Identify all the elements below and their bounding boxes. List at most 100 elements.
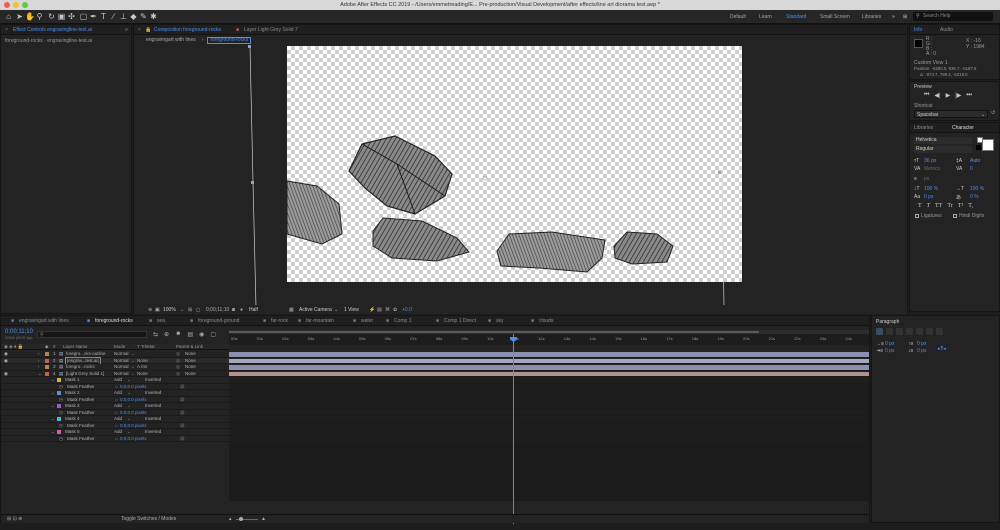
resolution-select[interactable]: Half	[249, 307, 258, 313]
stopwatch-icon[interactable]: ◷	[59, 423, 63, 429]
layer-mode-select[interactable]: Normal	[114, 364, 129, 370]
stopwatch-icon[interactable]: ◷	[59, 410, 63, 416]
layer-parent-select[interactable]: None	[185, 351, 196, 357]
fast-previews-icon[interactable]: ⚡	[369, 307, 375, 313]
layer-trkmat-select[interactable]: None	[137, 371, 148, 377]
expand-arrow-icon[interactable]: ⌄	[51, 390, 55, 396]
expression-icon[interactable]: @	[180, 384, 185, 390]
layer-name-header[interactable]: Layer Name	[63, 344, 88, 350]
expand-arrow-icon[interactable]: ›	[38, 358, 40, 364]
expression-icon[interactable]: @	[180, 410, 185, 416]
visibility-eye-icon[interactable]: ◉	[4, 371, 8, 377]
baseline-value[interactable]: 0 px	[924, 194, 933, 200]
play-button[interactable]: ▶	[946, 92, 951, 99]
kerning-value[interactable]: Metrics	[924, 166, 940, 172]
visibility-eye-icon[interactable]: ◉	[4, 358, 8, 364]
label-color-icon[interactable]	[45, 371, 49, 376]
tab-libraries[interactable]: Libraries	[914, 125, 933, 131]
tab-comp-6[interactable]: water	[361, 318, 373, 324]
mask-visibility-icon[interactable]: ◻	[196, 307, 200, 313]
subscript-button[interactable]: T,	[968, 203, 973, 209]
expression-icon[interactable]: @	[180, 436, 185, 442]
mask-feather-value[interactable]: 0.0,0.0 pixels	[120, 397, 147, 403]
tab-audio[interactable]: Audio	[940, 27, 953, 33]
faux-bold-button[interactable]: T	[918, 203, 922, 209]
link-icon[interactable]: ⇔	[114, 397, 119, 403]
layer-duration-bar[interactable]	[229, 371, 869, 376]
horizontal-scale-value[interactable]: 100 %	[970, 186, 984, 192]
mask-feather-row[interactable]: ◷ Mask Feather ⇔ 0.0,0.0 pixels @	[1, 435, 229, 442]
mask-name[interactable]: Mask 3	[65, 403, 80, 409]
vertical-scale-value[interactable]: 100 %	[924, 186, 938, 192]
chevron-down-icon[interactable]: ⌄	[127, 403, 131, 409]
mask-color-icon[interactable]	[57, 378, 61, 382]
justify-last-left-icon[interactable]	[906, 328, 913, 335]
panel-close-icon[interactable]: ×	[138, 27, 141, 33]
toggle-switches-modes-button[interactable]: Toggle Switches / Modes	[121, 516, 176, 522]
pick-whip-icon[interactable]: ◎	[176, 364, 180, 370]
frame-blending-icon[interactable]: ▤	[187, 331, 193, 338]
exposure-value[interactable]: +0.0	[402, 307, 412, 313]
faux-italic-button[interactable]: T	[927, 203, 930, 209]
align-right-icon[interactable]	[896, 328, 903, 335]
home-icon[interactable]: ⌂	[4, 12, 13, 21]
toggle-panes-icons[interactable]: ⊞ ⊡ ⊕	[7, 516, 22, 522]
align-center-icon[interactable]	[886, 328, 893, 335]
zoom-select[interactable]: 100%	[163, 307, 176, 313]
grid-overlay-icon[interactable]: ⊞	[188, 307, 192, 313]
all-caps-button[interactable]: TT	[935, 203, 942, 209]
puppet-pin-tool-icon[interactable]: ✱	[149, 12, 158, 21]
expand-arrow-icon[interactable]: ⌄	[51, 377, 55, 383]
chevron-down-icon[interactable]: ⌄	[334, 307, 338, 313]
layer-mode-select[interactable]: Normal	[114, 371, 129, 377]
link-icon[interactable]: ⇔	[114, 436, 119, 442]
show-channel-icon[interactable]: ●	[240, 307, 243, 313]
layer-parent-select[interactable]: None	[185, 364, 196, 370]
layer-duration-bar[interactable]	[229, 352, 869, 357]
pan-behind-tool-icon[interactable]: ✣	[67, 12, 76, 21]
zoom-in-icon[interactable]: ▲	[261, 516, 266, 522]
last-frame-button[interactable]: ⏭	[966, 92, 971, 99]
expand-arrow-icon[interactable]: ⌄	[51, 403, 55, 409]
mask-mode-select[interactable]: Add	[114, 377, 122, 383]
mask-feather-value[interactable]: 0.0,0.0 pixels	[120, 436, 147, 442]
shy-layers-icon[interactable]: ☻	[175, 331, 181, 338]
region-icon[interactable]: ▣	[155, 307, 160, 313]
stroke-width-value[interactable]: px	[924, 176, 929, 182]
chevron-down-icon[interactable]: ⌄	[127, 429, 131, 435]
mask-name[interactable]: Mask 5	[65, 429, 80, 435]
workspace-default[interactable]: Default	[730, 14, 746, 20]
layer-name[interactable]: [engrav...test.ai]	[65, 356, 101, 365]
mask-name[interactable]: Mask 4	[65, 416, 80, 422]
ligatures-checkbox[interactable]	[915, 214, 919, 218]
chevron-down-icon[interactable]: ⌄	[131, 351, 135, 357]
mask-mode-select[interactable]: Add	[114, 403, 122, 409]
toggle-transparency-icon[interactable]: ▦	[289, 307, 294, 313]
viewer-timecode[interactable]: 0;00;11;10	[206, 307, 229, 313]
minimize-window-button[interactable]	[13, 2, 19, 8]
tsume-value[interactable]: 0 %	[970, 194, 979, 200]
shortcut-select[interactable]: Spacebar ⌄	[914, 110, 988, 118]
tab-comp-4[interactable]: far-rock	[271, 318, 288, 324]
previous-frame-button[interactable]: ◀|	[934, 92, 940, 99]
comp-canvas[interactable]	[287, 46, 742, 282]
chevron-down-icon[interactable]: ⌄	[131, 371, 135, 377]
timeline-timecode[interactable]: 0;00;11;10	[5, 329, 33, 335]
layer-duration-bar[interactable]	[229, 358, 869, 363]
link-icon[interactable]: ⇔	[114, 384, 119, 390]
time-ruler[interactable]: 00s01s02s03s04s05s06s07s08s09s10s11s12s1…	[229, 330, 869, 345]
timeline-zoom-knob[interactable]	[239, 517, 243, 521]
type-tool-icon[interactable]: T	[99, 12, 108, 21]
pick-whip-icon[interactable]: ◎	[176, 351, 180, 357]
rotate-tool-icon[interactable]: ↻	[47, 12, 56, 21]
layer-name[interactable]: foregro...rocks	[66, 364, 95, 370]
label-color-icon[interactable]	[45, 352, 49, 356]
expand-arrow-icon[interactable]: ⌄	[51, 429, 55, 435]
font-style-select[interactable]: Regular	[914, 146, 972, 153]
workspace-libraries[interactable]: Libraries	[862, 14, 881, 20]
chevron-down-icon[interactable]: ⌄	[127, 390, 131, 396]
tracking-value[interactable]: 0	[970, 166, 973, 172]
label-color-icon[interactable]	[45, 358, 49, 363]
chevron-down-icon[interactable]: ⌄	[180, 307, 184, 313]
search-help-input[interactable]: ⚲ Search Help	[913, 12, 993, 21]
